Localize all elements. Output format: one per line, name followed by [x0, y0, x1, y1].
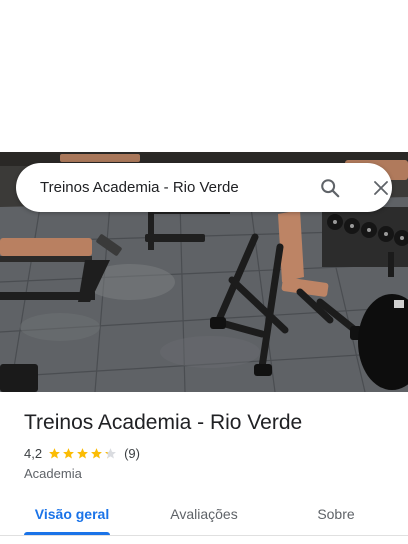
star-icon	[63, 447, 74, 458]
star-icon	[49, 447, 60, 458]
map-header-blank	[0, 0, 408, 152]
star-icon	[91, 447, 102, 458]
star-icon	[77, 447, 88, 458]
star-rating	[48, 447, 118, 460]
rating-row[interactable]: 4,2 (9)	[24, 444, 140, 462]
place-tabs: Visão geral Avaliações Sobre	[0, 496, 408, 544]
place-category[interactable]: Academia	[24, 465, 82, 483]
tab-about[interactable]: Sobre	[296, 496, 376, 532]
tab-reviews[interactable]: Avaliações	[156, 496, 252, 532]
place-title: Treinos Academia - Rio Verde	[24, 411, 303, 434]
reviews-count[interactable]: (9)	[124, 446, 140, 461]
tab-overview[interactable]: Visão geral	[24, 496, 120, 532]
star-icon	[105, 447, 116, 458]
search-bar[interactable]: Treinos Academia - Rio Verde	[16, 163, 392, 212]
rating-value: 4,2	[24, 445, 43, 461]
tabs-divider	[0, 535, 408, 536]
search-icon[interactable]	[317, 175, 343, 201]
search-query[interactable]: Treinos Academia - Rio Verde	[40, 163, 239, 212]
close-icon[interactable]	[368, 175, 394, 201]
